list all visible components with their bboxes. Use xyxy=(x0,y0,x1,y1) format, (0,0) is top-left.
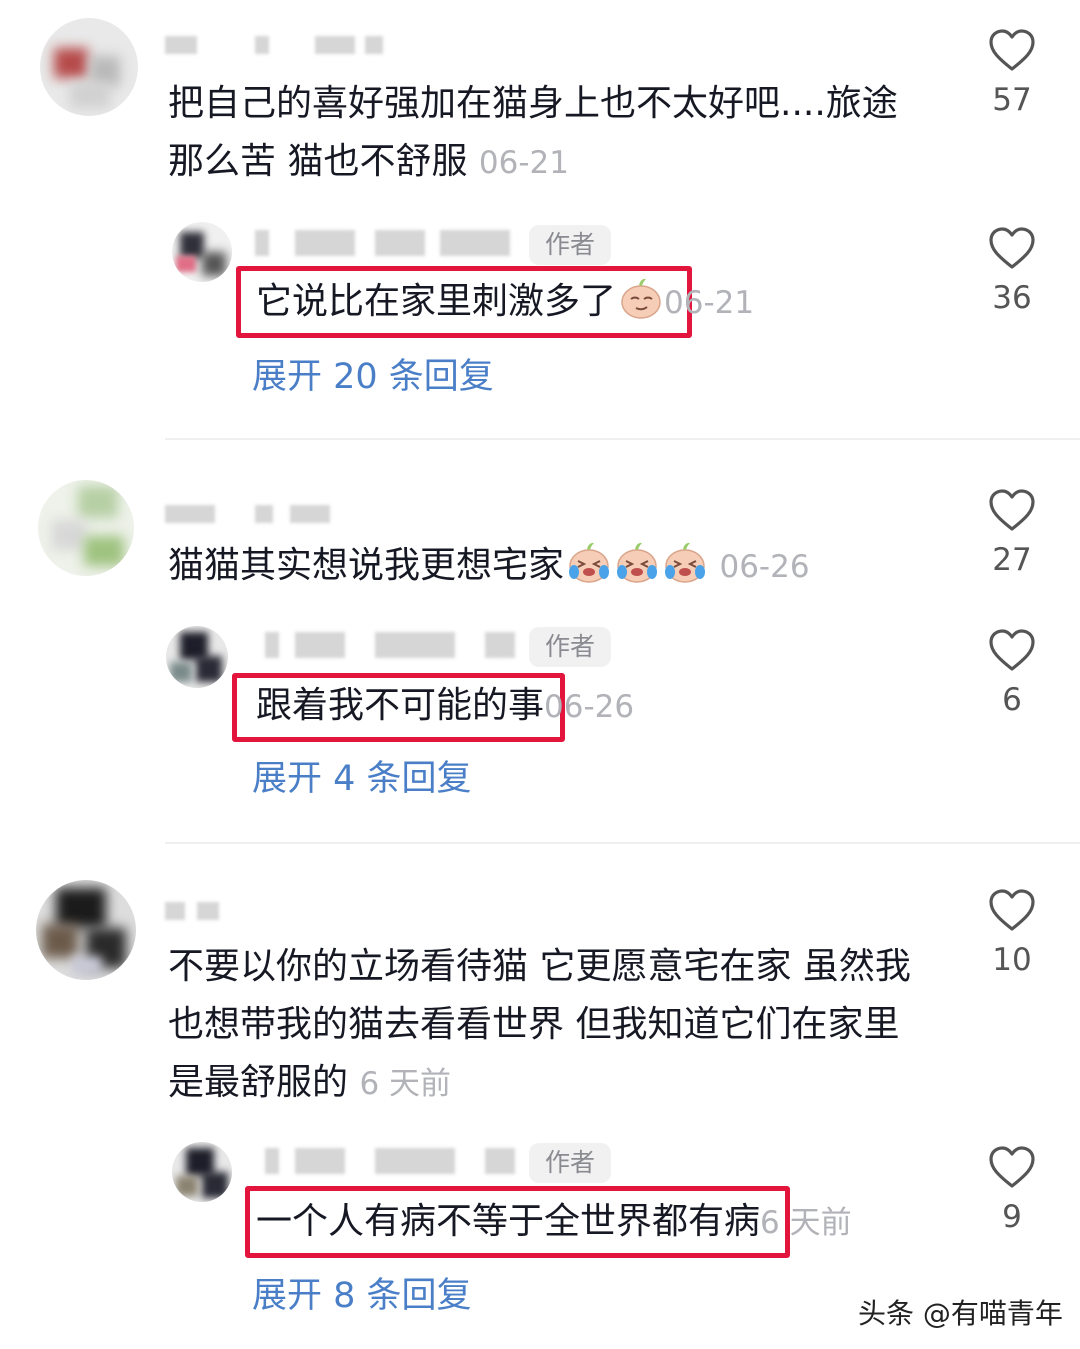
reply-time: 06-21 xyxy=(664,285,755,321)
divider xyxy=(165,842,1080,844)
expand-replies-link[interactable]: 展开 20 条回复 xyxy=(252,355,494,399)
author-tag: 作者 xyxy=(529,225,612,265)
smirk-emoji-icon xyxy=(621,278,661,319)
author-tag: 作者 xyxy=(529,1143,612,1183)
heart-outline-icon xyxy=(989,489,1035,531)
comment-time: 06-26 xyxy=(719,549,810,585)
avatar[interactable] xyxy=(36,880,136,980)
laugh-cry-emoji-icon xyxy=(569,542,610,583)
laugh-cry-emoji-icon xyxy=(617,542,658,583)
reply-time: 06-26 xyxy=(544,689,635,725)
laugh-cry-emoji-icon xyxy=(665,542,706,583)
avatar[interactable] xyxy=(40,18,138,116)
heart-outline-icon xyxy=(989,29,1035,71)
reply-text: 一个人有病不等于全世界都有病6 天前 xyxy=(256,1201,852,1242)
avatar[interactable] xyxy=(172,222,232,282)
heart-outline-icon xyxy=(989,1146,1035,1188)
expand-replies-link[interactable]: 展开 4 条回复 xyxy=(252,757,472,801)
username-blurred[interactable] xyxy=(255,230,515,260)
heart-outline-icon xyxy=(989,889,1035,931)
username-blurred[interactable] xyxy=(165,505,335,523)
like-button[interactable]: 27 xyxy=(982,488,1042,578)
expand-replies-link[interactable]: 展开 8 条回复 xyxy=(252,1274,472,1318)
avatar[interactable] xyxy=(38,480,134,576)
like-count: 27 xyxy=(992,542,1032,578)
author-tag: 作者 xyxy=(529,627,612,667)
heart-outline-icon xyxy=(989,629,1035,671)
username-blurred[interactable] xyxy=(165,902,225,920)
avatar[interactable] xyxy=(166,626,228,688)
comment-time: 06-21 xyxy=(478,145,569,181)
comment-time: 6 天前 xyxy=(359,1066,452,1102)
username-blurred[interactable] xyxy=(165,36,385,54)
like-button[interactable]: 36 xyxy=(982,226,1042,316)
username-blurred[interactable] xyxy=(265,632,525,662)
like-count: 6 xyxy=(1002,682,1022,718)
heart-outline-icon xyxy=(989,227,1035,269)
comment-text: 把自己的喜好强加在猫身上也不太好吧....旅途 那么苦 猫也不舒服 06-21 xyxy=(168,83,898,182)
reply-text: 它说比在家里刺激多了 06-21 xyxy=(256,273,754,332)
avatar[interactable] xyxy=(172,1142,232,1202)
like-count: 9 xyxy=(1002,1199,1022,1235)
watermark: 头条 @有喵青年 xyxy=(858,1297,1063,1330)
like-count: 36 xyxy=(992,280,1032,316)
like-count: 10 xyxy=(992,942,1032,978)
like-count: 57 xyxy=(992,82,1032,118)
like-button[interactable]: 6 xyxy=(982,628,1042,718)
username-blurred[interactable] xyxy=(265,1148,525,1178)
divider xyxy=(165,438,1080,440)
reply-text: 跟着我不可能的事06-26 xyxy=(256,685,635,726)
like-button[interactable]: 10 xyxy=(982,888,1042,978)
reply-time: 6 天前 xyxy=(760,1205,852,1241)
comment-text: 不要以你的立场看待猫 它更愿意宅在家 虽然我 也想带我的猫去看看世界 但我知道它… xyxy=(168,946,911,1103)
like-button[interactable]: 57 xyxy=(982,28,1042,118)
like-button[interactable]: 9 xyxy=(982,1145,1042,1235)
comment-text: 猫猫其实想说我更想宅家 06-26 xyxy=(168,537,958,596)
